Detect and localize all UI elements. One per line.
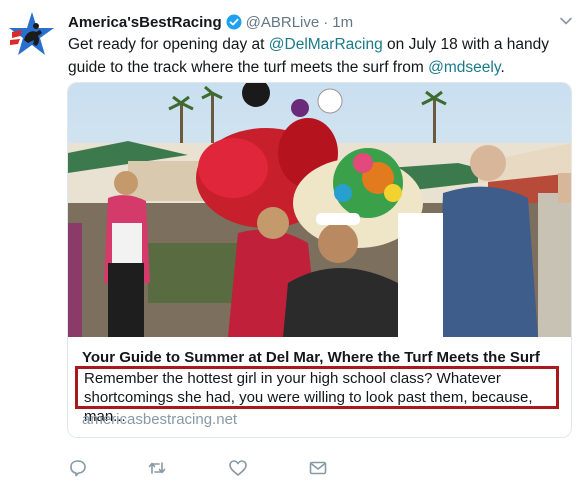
card-domain[interactable]: americasbestracing.net <box>82 411 237 428</box>
card-image[interactable] <box>68 83 572 337</box>
card-title[interactable]: Your Guide to Summer at Del Mar, Where t… <box>82 349 540 366</box>
author-name[interactable]: America'sBestRacing <box>68 14 222 31</box>
tweet-timestamp[interactable]: 1m <box>332 14 353 31</box>
envelope-icon[interactable] <box>308 458 328 478</box>
tweet-header: America'sBestRacing @ABRLive · 1m <box>68 12 571 32</box>
verified-badge-icon <box>226 14 242 30</box>
chevron-down-icon[interactable] <box>559 14 573 28</box>
link-card[interactable]: Your Guide to Summer at Del Mar, Where t… <box>67 82 572 438</box>
tweet-text: Get ready for opening day at @DelMarRaci… <box>68 33 573 79</box>
avatar[interactable] <box>6 10 56 60</box>
author-handle[interactable]: @ABRLive <box>246 14 320 31</box>
separator-dot: · <box>323 13 329 31</box>
tweet-text-part: . <box>500 59 505 76</box>
reply-icon[interactable] <box>68 458 88 478</box>
tweet: America'sBestRacing @ABRLive · 1m Get re… <box>0 0 581 485</box>
tweet-text-part: Get ready for opening day at <box>68 36 269 53</box>
card-description-highlight: Remember the hottest girl in your high s… <box>75 366 559 425</box>
mention-link[interactable]: @DelMarRacing <box>269 36 383 53</box>
heart-icon[interactable] <box>228 458 248 478</box>
retweet-icon[interactable] <box>147 458 167 478</box>
mention-link[interactable]: @mdseely <box>428 59 500 76</box>
action-bar <box>68 458 368 478</box>
